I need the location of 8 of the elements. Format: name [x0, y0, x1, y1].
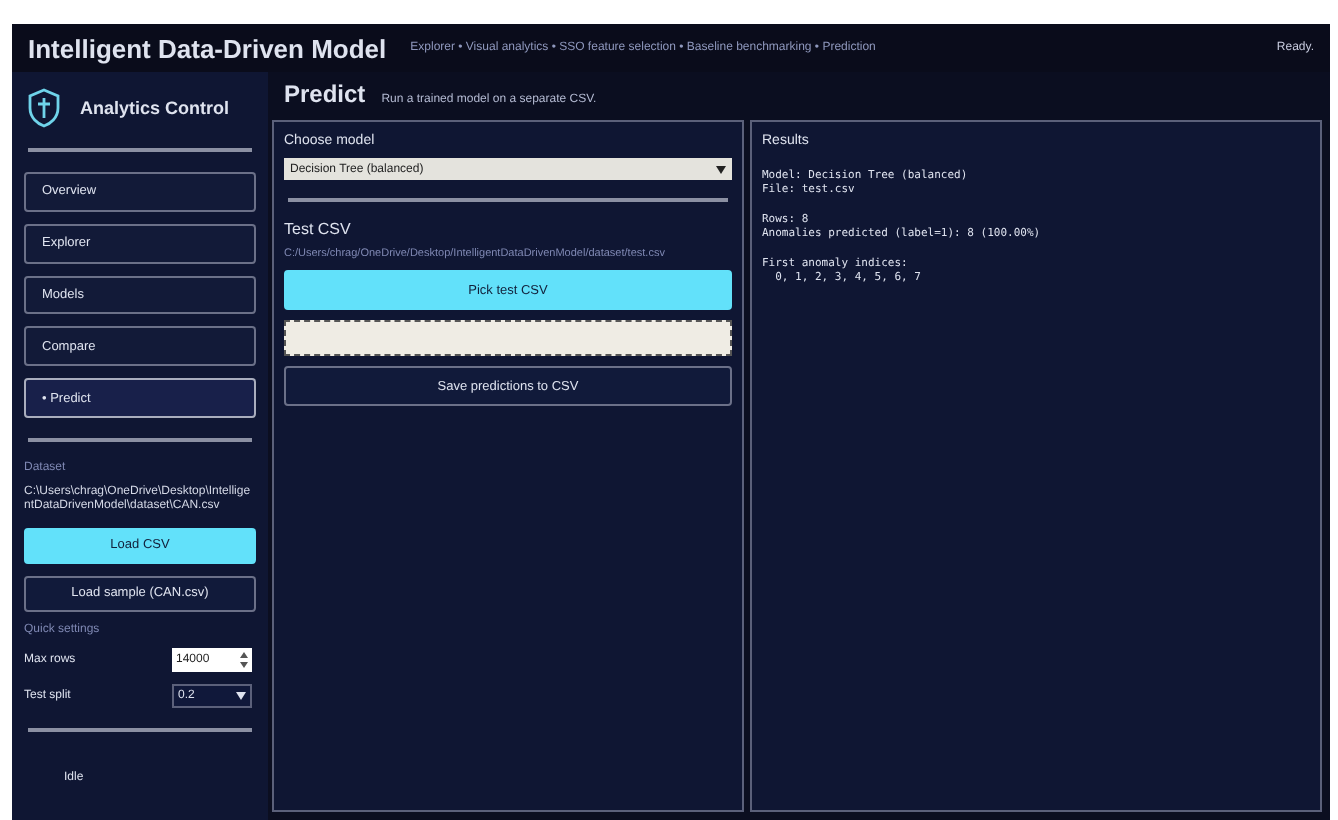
shield-icon: [28, 88, 60, 128]
page-title: Predict: [284, 80, 366, 108]
section-title: Test CSV: [284, 220, 353, 238]
spin-arrows-icon[interactable]: [240, 652, 248, 669]
dropdown-arrow-icon: [236, 692, 246, 701]
dropdown-arrow-icon: [716, 165, 726, 173]
sidebar-title: Analytics Control: [80, 98, 230, 118]
app-title: Intelligent Data-Driven Model: [28, 33, 387, 63]
